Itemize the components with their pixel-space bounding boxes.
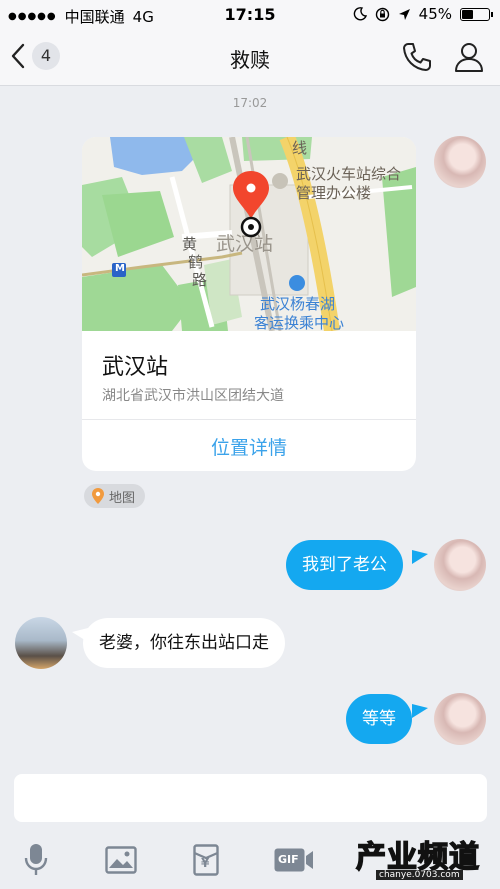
rotation-lock-icon bbox=[375, 7, 389, 21]
moon-icon bbox=[353, 7, 367, 21]
bubble-tail bbox=[412, 704, 428, 718]
avatar[interactable] bbox=[434, 539, 486, 591]
status-bar: ●●●●● 中国联通 4G 17:15 45% bbox=[0, 0, 500, 30]
message-bubble-outgoing[interactable]: 等等 bbox=[346, 694, 412, 744]
microphone-icon bbox=[24, 844, 48, 875]
watermark-url: chanye.0703.com bbox=[376, 870, 463, 880]
location-details-link[interactable]: 位置详情 bbox=[82, 433, 416, 460]
map-label-road-3: 路 bbox=[192, 271, 208, 289]
card-divider bbox=[82, 419, 416, 420]
map-label-line: 线 bbox=[292, 139, 308, 157]
location-card[interactable]: 线 武汉火车站综合 管理办公楼 武汉站 黄 鹤 路 M 武汉杨春湖 客运换乘中心… bbox=[82, 137, 416, 471]
chat-header: 4 救赎 bbox=[0, 30, 500, 86]
map-preview[interactable]: 线 武汉火车站综合 管理办公楼 武汉站 黄 鹤 路 M 武汉杨春湖 客运换乘中心 bbox=[82, 137, 416, 331]
map-label-office-2: 管理办公楼 bbox=[296, 184, 372, 202]
message-bubble-incoming[interactable]: 老婆，你往东出站口走 bbox=[83, 618, 285, 668]
location-arrow-icon bbox=[398, 8, 410, 20]
location-address: 湖北省武汉市洪山区团结大道 bbox=[102, 388, 284, 404]
voice-button[interactable] bbox=[16, 840, 56, 880]
status-right: 45% bbox=[353, 5, 493, 23]
location-name: 武汉站 bbox=[102, 355, 169, 380]
map-chip-label: 地图 bbox=[109, 490, 136, 506]
avatar[interactable] bbox=[434, 136, 486, 188]
yen-label: ¥ bbox=[201, 856, 210, 870]
map-label-office-1: 武汉火车站综合 bbox=[296, 165, 402, 183]
image-icon bbox=[105, 846, 137, 874]
message-timestamp: 17:02 bbox=[232, 96, 268, 110]
map-label-hub-1: 武汉杨春湖 bbox=[260, 295, 336, 313]
map-label-metro: M bbox=[115, 263, 125, 274]
map-source-chip[interactable]: 地图 bbox=[84, 484, 146, 508]
map-label-hub-2: 客运换乘中心 bbox=[254, 314, 345, 331]
battery-percent: 45% bbox=[418, 5, 452, 23]
phone-icon[interactable] bbox=[400, 40, 434, 74]
header-actions bbox=[400, 40, 486, 74]
battery-fill bbox=[462, 9, 473, 19]
gif-button[interactable]: GIF bbox=[272, 840, 316, 880]
avatar[interactable] bbox=[15, 617, 67, 669]
photo-button[interactable] bbox=[101, 840, 141, 880]
avatar[interactable] bbox=[434, 693, 486, 745]
location-pin-icon bbox=[233, 171, 269, 238]
profile-icon[interactable] bbox=[452, 40, 486, 74]
watermark-logo: 产业频道 chanye.0703.com bbox=[355, 832, 496, 886]
battery-icon bbox=[460, 7, 493, 21]
red-packet-button[interactable]: ¥ bbox=[186, 840, 226, 880]
message-bubble-outgoing[interactable]: 我到了老公 bbox=[286, 540, 403, 590]
bubble-tail bbox=[412, 550, 428, 564]
map-pin-icon bbox=[92, 488, 104, 504]
gif-label: GIF bbox=[278, 853, 299, 866]
message-input[interactable] bbox=[14, 774, 487, 822]
